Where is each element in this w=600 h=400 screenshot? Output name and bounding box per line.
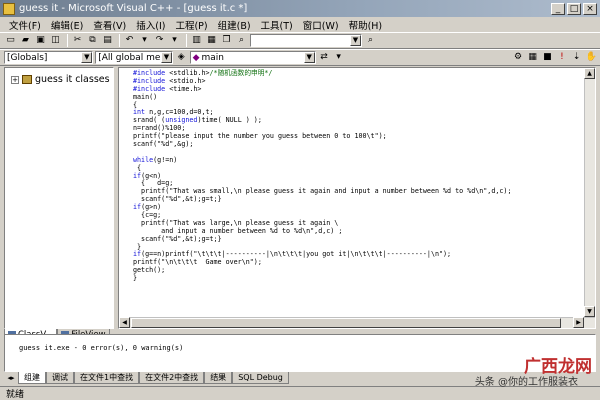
tab-build[interactable]: 组建 — [18, 372, 46, 384]
menu-view[interactable]: 查看(V) — [88, 18, 131, 32]
code-line[interactable] — [133, 149, 583, 157]
find-icon[interactable]: ⌕ — [364, 34, 377, 47]
menu-tools[interactable]: 工具(T) — [256, 18, 298, 32]
title-bar: guess it - Microsoft Visual C++ - [guess… — [0, 0, 600, 17]
save-all-icon[interactable]: ◫ — [49, 34, 62, 47]
toolbar-separator — [186, 34, 187, 47]
members-combo[interactable]: [All global member ▼ — [95, 51, 173, 64]
scroll-thumb[interactable] — [131, 318, 561, 328]
toolbar-separator — [119, 34, 120, 47]
build-result-text: guess it.exe - 0 error(s), 0 warning(s) — [19, 344, 184, 352]
tab-debug[interactable]: 调试 — [46, 372, 74, 384]
code-line[interactable]: scanf("%d",&g); — [133, 140, 583, 149]
stop-build-icon[interactable]: ■ — [541, 51, 554, 64]
copy-icon[interactable]: ⧉ — [86, 34, 99, 47]
standard-toolbar: ▭ ▰ ▣ ◫ ✂ ⧉ ▤ ↶ ▾ ↷ ▾ ▥ ▦ ❐ ⌕ ▼ ⌕ — [0, 32, 600, 49]
classes-icon — [22, 75, 32, 84]
window-title: guess it - Microsoft Visual C++ - [guess… — [19, 3, 248, 14]
output-pane: guess it.exe - 0 error(s), 0 warning(s) — [4, 334, 596, 372]
function-combo-value: main — [201, 52, 224, 63]
code-lines[interactable]: #include <stdlib.h>/*随机函数的申明*/#include <… — [133, 69, 583, 283]
windows-icon[interactable]: ❐ — [220, 34, 233, 47]
code-editor[interactable]: #include <stdlib.h>/*随机函数的申明*/#include <… — [118, 67, 596, 329]
expand-icon[interactable]: + — [11, 75, 19, 84]
undo-dropdown-icon[interactable]: ▾ — [138, 34, 151, 47]
function-combo[interactable]: ◆ main ▼ — [189, 51, 316, 64]
chevron-down-icon[interactable]: ▼ — [303, 52, 315, 63]
workspace-icon[interactable]: ▥ — [190, 34, 203, 47]
tab-find-in-files-2[interactable]: 在文件2中查找 — [139, 372, 205, 384]
wizard-action-icon[interactable]: ⇄ — [318, 51, 331, 64]
menu-window[interactable]: 窗口(W) — [298, 18, 344, 32]
scroll-up-icon[interactable]: ▲ — [584, 68, 595, 79]
wizard-bar: [Globals] ▼ [All global member ▼ ◈ ◆ mai… — [0, 49, 600, 66]
tree-root-label: guess it classes — [35, 74, 110, 85]
tab-find-in-files-1[interactable]: 在文件1中查找 — [74, 372, 140, 384]
minimize-button[interactable]: _ — [551, 2, 565, 15]
horizontal-scrollbar[interactable]: ◀ ▶ — [119, 317, 595, 328]
watermark-subtitle: 头条 @你的工作服装衣 — [474, 377, 578, 388]
redo-dropdown-icon[interactable]: ▾ — [168, 34, 181, 47]
code-line[interactable]: main() — [133, 93, 583, 102]
menu-bar: 文件(F) 编辑(E) 查看(V) 插入(I) 工程(P) 组建(B) 工具(T… — [0, 17, 600, 32]
code-line[interactable]: { — [133, 164, 583, 173]
code-line[interactable]: #include <time.h> — [133, 85, 583, 94]
menu-edit[interactable]: 编辑(E) — [46, 18, 88, 32]
chevron-down-icon[interactable]: ▼ — [160, 52, 172, 63]
menu-build[interactable]: 组建(B) — [213, 18, 256, 32]
open-folder-icon[interactable]: ▰ — [19, 34, 32, 47]
paste-icon[interactable]: ▤ — [101, 34, 114, 47]
method-icon: ◈ — [177, 52, 185, 62]
code-line[interactable]: scanf("%d",&t);g=t;} — [133, 195, 583, 204]
scroll-right-icon[interactable]: ▶ — [573, 317, 584, 328]
find-combo[interactable]: ▼ — [250, 34, 362, 47]
tab-sql-debug[interactable]: SQL Debug — [232, 372, 289, 384]
breakpoint-icon[interactable]: ✋ — [585, 51, 598, 64]
app-icon — [3, 2, 15, 15]
scroll-left-icon[interactable]: ◀ — [119, 317, 130, 328]
code-line[interactable]: scanf("%d",&t);g=t;} — [133, 235, 583, 244]
cut-icon[interactable]: ✂ — [71, 34, 84, 47]
status-text: 就绪 — [6, 390, 25, 400]
toolbar-separator — [67, 34, 68, 47]
menu-help[interactable]: 帮助(H) — [344, 18, 388, 32]
menu-project[interactable]: 工程(P) — [170, 18, 212, 32]
scope-combo[interactable]: [Globals] ▼ — [4, 51, 94, 64]
code-line[interactable]: getch(); — [133, 266, 583, 275]
execute-icon[interactable]: ! — [556, 51, 569, 64]
output-tabs: 组建 调试 在文件1中查找 在文件2中查找 结果 SQL Debug — [18, 372, 289, 384]
menu-file[interactable]: 文件(F) — [4, 18, 46, 32]
maximize-button[interactable]: □ — [567, 2, 581, 15]
menu-insert[interactable]: 插入(I) — [131, 18, 170, 32]
vertical-scrollbar[interactable]: ▲ ▼ — [584, 68, 595, 317]
workspace-pane: + guess it classes — [4, 67, 114, 329]
redo-icon[interactable]: ↷ — [153, 34, 166, 47]
wizard-action-dropdown-icon[interactable]: ▾ — [332, 51, 345, 64]
scroll-down-icon[interactable]: ▼ — [584, 306, 595, 317]
find-in-files-icon[interactable]: ⌕ — [235, 34, 248, 47]
function-icon: ◆ — [192, 52, 200, 63]
code-line[interactable]: srand( (unsigned)time( NULL ) ); — [133, 116, 583, 125]
undo-icon[interactable]: ↶ — [123, 34, 136, 47]
chevron-down-icon[interactable]: ▼ — [350, 35, 361, 46]
chevron-down-icon[interactable]: ▼ — [81, 52, 93, 63]
code-line[interactable]: printf("please input the number you gues… — [133, 132, 583, 141]
close-button[interactable]: × — [583, 2, 597, 15]
code-line[interactable]: while(g!=n) — [133, 156, 583, 165]
save-icon[interactable]: ▣ — [34, 34, 47, 47]
go-icon[interactable]: ⇣ — [570, 51, 583, 64]
code-line[interactable]: if(g>n) — [133, 203, 583, 212]
code-line[interactable]: if(g<n) — [133, 172, 583, 181]
tree-root-item[interactable]: + guess it classes — [5, 68, 113, 85]
code-line[interactable]: printf("\n\t\t\t Game over\n"); — [133, 258, 583, 267]
code-line[interactable]: } — [133, 274, 583, 283]
tab-results[interactable]: 结果 — [204, 372, 233, 384]
tab-nav-icon[interactable]: ◂▸ — [4, 372, 18, 384]
output-window-icon[interactable]: ▦ — [205, 34, 218, 47]
compile-icon[interactable]: ⚙ — [512, 51, 525, 64]
build-icon[interactable]: ▦ — [526, 51, 539, 64]
new-file-icon[interactable]: ▭ — [4, 34, 17, 47]
scope-combo-value: [Globals] — [7, 52, 48, 63]
status-bar: 就绪 — [0, 386, 600, 400]
